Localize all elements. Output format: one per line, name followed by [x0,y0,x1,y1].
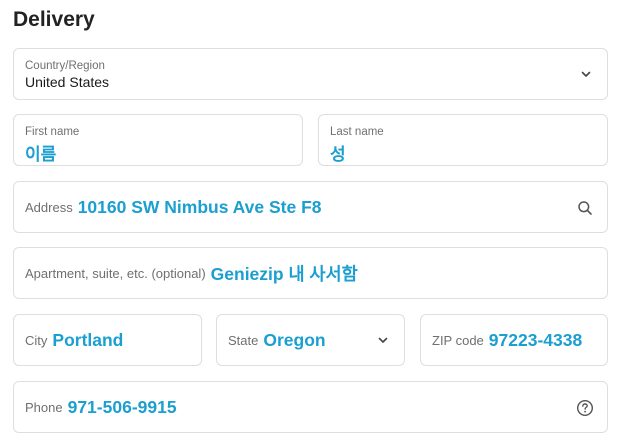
chevron-down-icon [579,67,593,81]
zip-value: 97223-4338 [488,329,583,350]
apartment-field[interactable]: Apartment, suite, etc. (optional) Geniez… [13,247,608,299]
last-name-field[interactable]: Last name 성 [318,114,608,166]
state-value: Oregon [263,329,326,350]
first-name-value: 이름 [25,145,57,164]
apartment-value: Geniezip 내 사서함 [210,263,358,284]
search-icon[interactable] [576,199,594,217]
city-field[interactable]: City Portland [13,314,202,366]
phone-field[interactable]: Phone 971-506-9915 [13,381,608,433]
last-name-value: 성 [330,145,346,164]
zip-label: ZIP code [432,332,484,348]
phone-value: 971-506-9915 [67,396,177,417]
city-label: City [25,332,48,348]
section-title: Delivery [13,8,95,31]
address-field[interactable]: Address 10160 SW Nimbus Ave Ste F8 [13,181,608,233]
country-label: Country/Region [25,60,105,72]
city-value: Portland [52,329,124,350]
last-name-label: Last name [330,126,384,138]
first-name-label: First name [25,126,80,138]
state-select[interactable]: State Oregon [216,314,405,366]
chevron-down-icon [376,333,390,347]
first-name-field[interactable]: First name 이름 [13,114,303,166]
address-value: 10160 SW Nimbus Ave Ste F8 [77,196,322,217]
zip-field[interactable]: ZIP code 97223-4338 [420,314,608,366]
country-value: United States [25,74,110,90]
state-label: State [228,332,259,348]
address-label: Address [25,199,73,215]
apartment-label: Apartment, suite, etc. (optional) [25,265,206,281]
help-icon[interactable] [575,398,595,418]
phone-label: Phone [25,399,63,415]
country-select[interactable]: Country/Region United States [13,48,608,100]
